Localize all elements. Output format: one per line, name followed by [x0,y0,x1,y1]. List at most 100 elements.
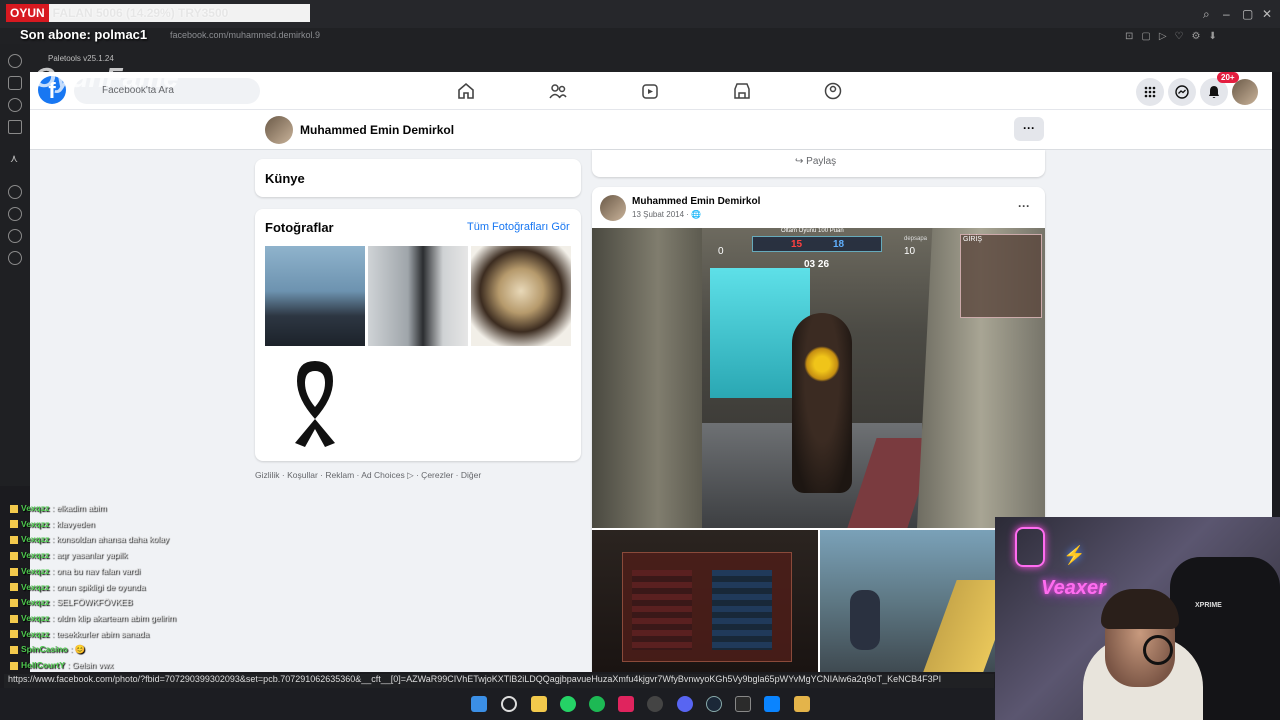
settings-icon[interactable] [8,251,22,265]
watch-icon[interactable] [640,81,660,101]
game-left-count: 0 [718,246,724,257]
menu-grid-icon[interactable] [1136,78,1164,106]
link-status-bar: https://www.facebook.com/photo/?fbid=707… [4,674,994,688]
footer-links[interactable]: Gizlilik · Koşullar · Reklam · Ad Choice… [255,470,481,481]
chat-text: aqr yasanlar yapilk [56,550,128,561]
account-avatar[interactable] [1232,79,1258,105]
game-mode-label: Oltam Oyunu 100 Puan [781,228,844,234]
spotify-icon[interactable] [589,696,605,712]
chat-username: Vexqzz [21,550,50,561]
chat-icon[interactable] [8,229,22,243]
search-taskbar-icon[interactable] [501,696,517,712]
home-icon[interactable] [456,81,476,101]
goal-tag: OYUN [6,4,49,22]
obs-icon[interactable] [647,696,663,712]
chat-message: Vexqzz : klavyeden [10,519,95,529]
webcam-overlay: XPRIME Veaxer ⚡ [995,517,1280,720]
mail-icon[interactable] [8,120,22,134]
browser-toolbar-icons[interactable]: ⊡▢▷♡⚙⬇ [1125,31,1225,42]
tool-taskbar-icon[interactable] [794,696,810,712]
profile-avatar[interactable] [265,116,293,144]
chat-message: Vexqzz : aqr yasanlar yapilk [10,550,127,560]
chat-text: Gelsin vwx [72,660,114,670]
chat-message: SpinCasino : 😊 [10,644,85,655]
groups-icon[interactable] [823,81,843,101]
app-icon[interactable]: ⋏ [10,152,18,165]
edit-icon[interactable] [8,98,22,112]
intro-card: Künye [255,159,581,197]
chat-text: tesekkurler abim sanada [56,628,150,639]
game-character [792,313,852,493]
chat-message: Vexqzz : elkadim abim [10,503,107,513]
post-more-button[interactable]: ··· [1018,199,1030,213]
chat-text: onun spikligi de oyunda [56,581,146,592]
chat-badge-icon [10,551,18,560]
neon-hand-icon [1015,527,1045,567]
chat-badge-icon [10,661,18,670]
sun-emblem-icon [804,346,840,382]
chat-message: HellCourtY : Gelsin vwx [10,660,113,670]
friends-icon[interactable] [548,81,568,101]
chat-text: 😊 [74,644,86,655]
stream-goal-bar: OYUN FALAN 5006 (14.29%) TRY3500 [6,4,310,22]
browser-icon[interactable] [618,696,634,712]
headset-icon [1143,635,1173,665]
chat-username: HellCourtY [21,660,65,670]
chat-message: Vexqzz : SELFÖWKFÖVKEB [10,597,133,607]
app-taskbar-icon[interactable] [735,696,751,712]
photo-thumbnail[interactable] [265,246,365,346]
messenger-icon[interactable] [1168,78,1196,106]
maximize-icon[interactable]: ▢ [1242,7,1253,21]
chat-message: Vexqzz : konsoldan ahansa daha kolay [10,534,169,544]
discord-icon[interactable] [677,696,693,712]
post-photo-scoreboard[interactable] [592,530,818,672]
close-icon[interactable]: ✕ [1262,7,1272,21]
chair-brand: XPRIME [1195,602,1222,609]
scoreboard-team-blue [712,570,772,650]
address-bar[interactable]: facebook.com/muhammed.demirkol.9 [30,30,1090,44]
chat-message: Vexqzz : oldm klip akarteam abim gelirim [10,613,176,623]
profile-name[interactable]: Muhammed Emin Demirkol [300,123,454,137]
bookmark-icon[interactable] [8,76,22,90]
score-blue: 18 [833,239,845,250]
chat-username: Vexqzz [21,518,50,529]
chat-badge-icon [10,614,18,623]
see-all-photos-link[interactable]: Tüm Fotoğrafları Gör [467,221,570,233]
photo-thumbnail[interactable] [265,349,365,449]
chat-username: Vexqzz [21,565,50,576]
chat-badge-icon [10,583,18,592]
marketplace-icon[interactable] [732,81,752,101]
steam-icon[interactable] [706,696,722,712]
history-icon[interactable] [8,54,22,68]
game-minimap: GİRİŞ [960,234,1042,318]
file-explorer-icon[interactable] [531,696,547,712]
game-timer: 03 26 [804,259,830,270]
whatsapp-icon[interactable] [560,696,576,712]
chat-username: Vexqzz [21,612,50,623]
chat-badge-icon [10,520,18,529]
post-author-avatar[interactable] [600,195,626,221]
neon-bolt-icon: ⚡ [1063,545,1086,565]
play-icon[interactable] [8,185,22,199]
game-right-count: 10 [904,246,916,257]
share-button[interactable]: ↪ Paylaş [795,156,836,167]
profile-sticky-bar: Muhammed Emin Demirkol ··· [30,110,1272,150]
chat-text: elkadim abim [56,503,107,513]
clock-icon[interactable] [8,207,22,221]
post-author[interactable]: Muhammed Emin Demirkol [632,196,760,207]
minimize-icon[interactable]: – [1223,7,1230,21]
post-photo-main[interactable]: Oltam Oyunu 100 Puan 15 18 03 26 0 10 de… [592,228,1045,528]
windows-start-icon[interactable] [471,696,487,712]
minimap-label: GİRİŞ [963,236,983,243]
photo-thumbnail[interactable] [368,246,468,346]
post-date[interactable]: 13 Şubat 2014 · 🌐 [632,210,701,219]
chat-badge-icon [10,536,18,545]
chat-badge-icon [10,504,18,513]
more-options-button[interactable]: ··· [1014,117,1044,141]
chat-badge-icon [10,630,18,639]
search-icon[interactable]: ⌕ [1203,7,1210,22]
photo-thumbnail[interactable] [471,246,571,346]
last-subscriber: Son abone: polmac1 [20,27,148,42]
intro-title: Künye [265,171,305,186]
capcut-icon[interactable] [764,696,780,712]
